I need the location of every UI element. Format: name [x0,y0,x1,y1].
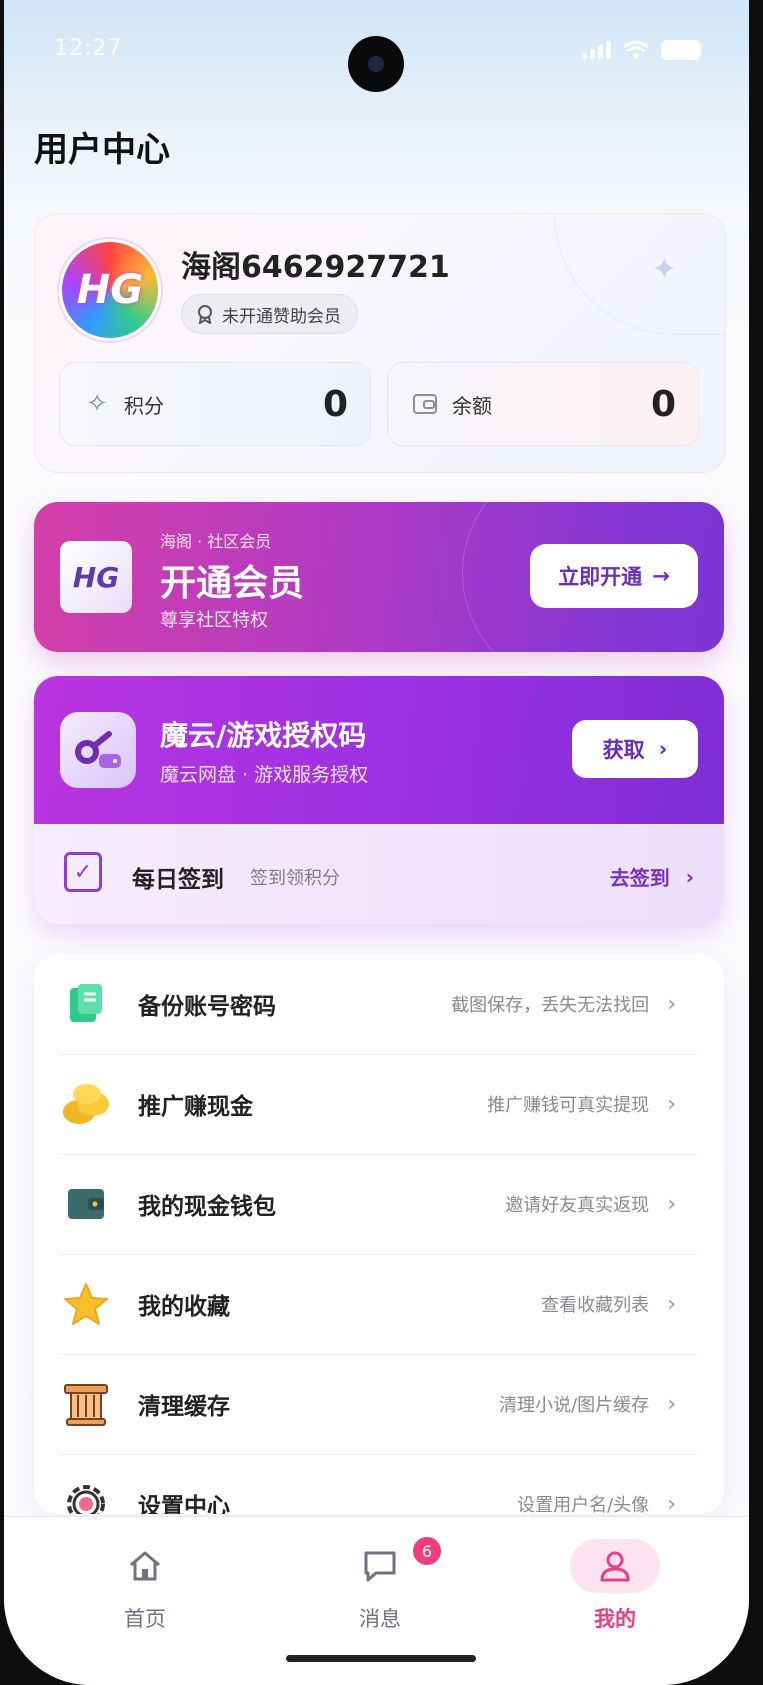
chevron-right-icon: › [667,1391,676,1417]
menu-item-label: 推广赚现金 [138,1094,253,1120]
vip-banner[interactable]: HG 海阁 · 社区会员 开通会员 尊享社区特权 立即开通 → [34,502,724,652]
username: 海阁6462927721 [181,250,450,285]
chevron-right-icon: › [667,1491,676,1515]
daily-signin-row[interactable]: ✓ 每日签到 签到领积分 去签到 › [34,824,724,924]
vip-title: 开通会员 [160,563,305,604]
membership-status-badge[interactable]: 未开通赞助会员 [181,294,358,334]
menu-item-settings[interactable]: 设置中心 设置用户名/头像 › [60,1454,698,1514]
vip-logo: HG [60,541,132,613]
daily-signin-subtitle: 签到领积分 [250,868,340,889]
get-code-button-label: 获取 [602,738,645,762]
menu-item-label: 我的现金钱包 [138,1194,276,1220]
decorative-arc [554,214,725,335]
get-code-button[interactable]: 获取 › [572,720,698,778]
tab-label: 消息 [359,1607,401,1631]
menu-item-desc: 设置用户名/头像 [517,1495,650,1514]
chevron-right-icon: › [667,1291,676,1317]
vip-kicker: 海阁 · 社区会员 [160,532,272,551]
page-title: 用户中心 [34,130,170,170]
profile-card: ✦ HG 海阁6462927721 未开通赞助会员 ✧ 积分 0 余额 0 [34,213,726,473]
pillar-icon [60,1378,112,1430]
balance-value: 0 [650,383,676,425]
home-indicator [286,1655,476,1662]
unread-badge: 6 [411,1535,443,1567]
signin-button-label: 去签到 [609,866,670,890]
sparkles-icon: ✧ [86,389,108,419]
tab-label: 首页 [124,1607,166,1631]
menu-item-label: 设置中心 [138,1494,230,1514]
avatar-text: HG [76,267,144,313]
menu-item-promote-cash[interactable]: 推广赚现金 推广赚钱可真实提现 › [60,1054,698,1155]
points-stat[interactable]: ✧ 积分 0 [59,362,371,446]
balance-stat[interactable]: 余额 0 [387,362,699,446]
menu-item-desc: 邀请好友真实返现 [505,1195,650,1216]
game-code-card: 魔云/游戏授权码 魔云网盘 · 游戏服务授权 获取 › ✓ 每日签到 签到领积分… [34,676,724,924]
tab-home[interactable]: 首页 [75,1539,215,1633]
menu-item-label: 备份账号密码 [138,994,276,1020]
battery-icon [661,40,701,60]
menu-item-desc: 推广赚钱可真实提现 [487,1095,650,1116]
daily-signin-title: 每日签到 [132,867,224,893]
open-vip-button[interactable]: 立即开通 → [530,544,698,608]
signal-icon [582,41,611,59]
chevron-right-icon: › [685,864,694,889]
status-time: 12:27 [54,36,123,61]
signin-button[interactable]: 去签到 › [610,862,694,891]
wallet-outline-icon [413,394,437,414]
sparkle-icon: ✦ [651,252,677,287]
chevron-right-icon: › [667,1191,676,1217]
points-label: 积分 [124,393,164,418]
open-vip-button-label: 立即开通 [558,565,643,589]
game-code-banner[interactable]: 魔云/游戏授权码 魔云网盘 · 游戏服务授权 获取 › [34,676,724,824]
app-screen: 12:27 用户中心 ✦ HG 海阁6462927721 未开通赞助会员 ✧ 积… [4,0,749,1685]
menu-item-desc: 清理小说/图片缓存 [499,1395,650,1416]
game-code-subtitle: 魔云网盘 · 游戏服务授权 [160,764,369,786]
arrow-right-icon: → [652,564,670,588]
document-icon [60,978,112,1030]
status-icons [582,40,701,60]
menu-item-cash-wallet[interactable]: 我的现金钱包 邀请好友真实返现 › [60,1154,698,1255]
menu-item-desc: 查看收藏列表 [541,1295,650,1316]
message-icon: 6 [335,1535,443,1593]
frame-edge-left [0,0,4,1685]
membership-status-text: 未开通赞助会员 [222,306,341,327]
wifi-icon [623,40,649,59]
wallet-icon [60,1178,112,1230]
menu-item-backup-password[interactable]: 备份账号密码 截图保存，丢失无法找回 › [60,954,698,1055]
menu-item-favorites[interactable]: 我的收藏 查看收藏列表 › [60,1254,698,1355]
chevron-right-icon: › [667,991,676,1017]
tab-profile[interactable]: 我的 [545,1539,685,1633]
coins-icon [60,1078,112,1130]
game-code-title: 魔云/游戏授权码 [160,719,367,752]
star-icon [60,1278,112,1330]
user-icon [570,1539,660,1593]
menu-item-label: 我的收藏 [138,1294,230,1320]
points-value: 0 [322,383,348,425]
frame-edge-right [749,0,763,1685]
menu-item-clear-cache[interactable]: 清理缓存 清理小说/图片缓存 › [60,1354,698,1455]
chevron-right-icon: › [667,1091,676,1117]
tab-label: 我的 [594,1607,636,1631]
menu-item-desc: 截图保存，丢失无法找回 [451,995,650,1016]
calendar-check-icon: ✓ [64,852,102,892]
home-icon [100,1539,190,1593]
menu-item-label: 清理缓存 [138,1394,230,1420]
key-gamepad-icon [60,712,136,788]
gear-icon [60,1478,112,1514]
badge-icon [198,305,212,324]
settings-menu: 备份账号密码 截图保存，丢失无法找回 › 推广赚现金 推广赚钱可真实提现 › 我… [34,954,724,1514]
phone-frame: 12:27 用户中心 ✦ HG 海阁6462927721 未开通赞助会员 ✧ 积… [0,0,763,1685]
camera-cutout [348,36,404,92]
tab-messages[interactable]: 6 消息 [310,1535,450,1633]
chevron-right-icon: › [658,737,668,761]
balance-label: 余额 [452,393,492,418]
vip-subtitle: 尊享社区特权 [160,610,268,631]
avatar[interactable]: HG [59,239,161,341]
